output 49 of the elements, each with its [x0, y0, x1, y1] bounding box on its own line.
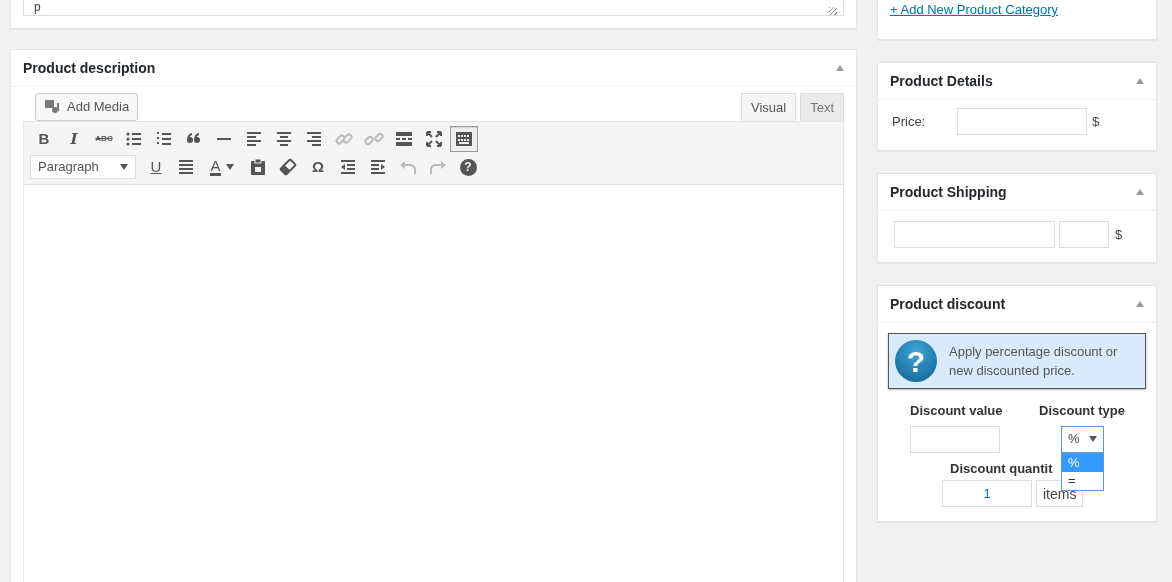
format-select[interactable]: Paragraph: [30, 155, 136, 179]
price-label: Price:: [892, 112, 927, 131]
indent-icon: [368, 157, 388, 177]
fullscreen-icon: [424, 129, 444, 149]
discount-type-select[interactable]: %: [1061, 425, 1104, 453]
currency-label: $: [1092, 112, 1100, 131]
media-icon: [44, 99, 61, 115]
editor-path: p: [34, 0, 41, 15]
keyboard-button[interactable]: [450, 126, 478, 152]
help-button[interactable]: ?: [454, 154, 482, 180]
panel-title: Product discount: [890, 294, 1006, 314]
align-right-icon: [304, 129, 324, 149]
special-character-button[interactable]: Ω: [304, 154, 332, 180]
editor-tab[interactable]: Text: [800, 92, 844, 121]
justify-icon: [176, 157, 196, 177]
text-color-button[interactable]: A: [202, 154, 242, 180]
discount-value-field[interactable]: [910, 425, 1000, 453]
italic-button[interactable]: I: [60, 126, 88, 152]
resize-grip-icon[interactable]: [829, 7, 837, 15]
collapse-icon[interactable]: [836, 65, 844, 71]
field-label: Discount quantit: [950, 459, 1053, 478]
align-center-icon: [274, 129, 294, 149]
eraser-icon: [278, 157, 298, 177]
field-label: Discount type: [1039, 402, 1125, 420]
collapse-icon[interactable]: [1136, 78, 1144, 84]
panel-title: Product Shipping: [890, 182, 1007, 202]
panel-title: Product description: [23, 58, 156, 78]
strikethrough-button[interactable]: ABC: [90, 126, 118, 152]
bold-button[interactable]: B: [30, 126, 58, 152]
help-icon: ?: [895, 340, 937, 382]
keyboard-icon: [454, 129, 474, 149]
read-more-icon: [394, 129, 414, 149]
shipping-amount-field[interactable]: [1059, 221, 1109, 248]
clipboard-icon: [248, 157, 268, 177]
price-field[interactable]: [957, 108, 1087, 135]
add-media-button[interactable]: Add Media: [35, 93, 139, 121]
collapse-icon[interactable]: [1136, 301, 1144, 307]
panel-title: Product Details: [890, 71, 993, 91]
align-left-icon: [244, 129, 264, 149]
collapse-icon[interactable]: [1136, 189, 1144, 195]
horizontal-line-icon: [217, 138, 231, 140]
shipping-field[interactable]: [894, 221, 1055, 248]
info-text: Apply percentage discount or new discounted price.: [949, 342, 1119, 380]
outdent-icon: [338, 157, 358, 177]
currency-label: $: [1115, 225, 1123, 244]
field-label: Discount value: [910, 402, 1004, 420]
quantity-field[interactable]: 1: [942, 480, 1032, 507]
editor-tab[interactable]: Visual: [740, 92, 797, 121]
underline-button[interactable]: U: [142, 154, 170, 180]
